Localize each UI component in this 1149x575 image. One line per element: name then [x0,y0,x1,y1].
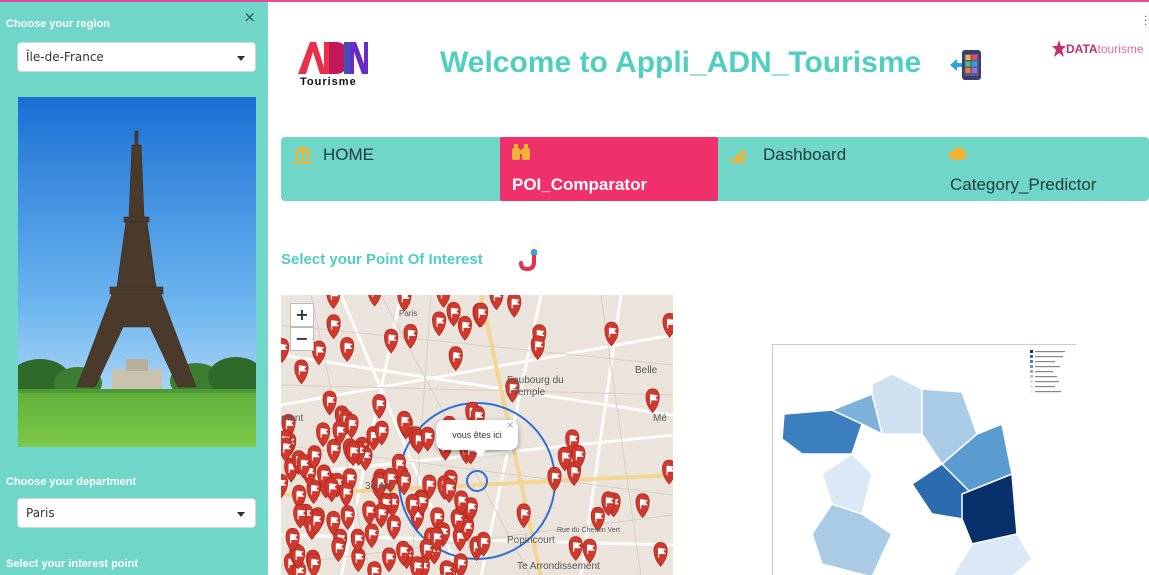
chevron-down-icon [237,512,245,517]
zoom-out-button[interactable]: − [290,327,314,351]
hook-icon [518,249,540,272]
chevron-down-icon [237,56,245,61]
map-label: Popincourt [507,535,555,546]
poi-marker-pin[interactable] [367,561,382,575]
tab-poi-comparator[interactable]: POI_Comparator [500,137,718,201]
map-label: Paris [399,309,418,318]
sidebar-close-icon[interactable]: × [243,10,256,25]
tab-home[interactable]: HOME [281,137,499,201]
popup-tip [473,449,487,457]
page-title: Welcome to Appli_ADN_Tourisme [440,46,922,79]
zoom-in-button[interactable]: + [290,303,314,327]
region-select-value: Île-de-France [26,50,104,64]
map-label: Te Arrondissement [517,561,600,572]
tab-dashboard[interactable]: Dashboard [719,137,937,201]
map-label: Belle [635,365,658,376]
map-label: Temple [513,387,546,398]
poi-marker-pin[interactable] [409,556,425,575]
department-select-value: Paris [26,506,55,520]
app-grid-phone-icon [948,48,984,82]
sidebar: Choose your region × Île-de-France Choos… [0,2,268,575]
region-select[interactable]: Île-de-France [17,42,256,72]
popup-close-icon[interactable]: × [506,420,514,431]
binoculars-icon [512,144,530,160]
app-window: Choose your region × Île-de-France Choos… [0,0,1149,575]
map-label: Rue du Chemin Vert [557,527,621,534]
bank-icon [294,146,312,164]
main-nav: HOME POI_Comparator Dashboard Category_P… [281,137,1149,201]
cloud-icon [949,147,967,161]
tab-poi-comparator-label: POI_Comparator [512,175,648,194]
map-label: Mé [653,413,667,424]
map-label: ment [281,413,304,424]
datatourisme-wordmark: DATAtourisme [1066,42,1144,56]
tab-category-predictor[interactable]: Category_Predictor [938,137,1149,201]
tab-dashboard-label: Dashboard [763,145,847,164]
department-label: Choose your department [6,476,137,488]
tab-category-predictor-label: Category_Predictor [950,175,1097,194]
adn-tourisme-logo: Tourisme [296,38,368,90]
popup-text: vous êtes ici [452,430,502,440]
region-label: Choose your region [6,18,110,30]
logo-tourisme-text: Tourisme [300,76,357,88]
tab-home-label: HOME [323,145,374,164]
map-label: 3e Arr [365,481,392,492]
eiffel-tower-image [18,97,256,447]
poi-marker-pin[interactable] [439,560,454,575]
more-options-icon[interactable]: · · · [1144,13,1147,31]
select-poi-heading: Select your Point Of Interest [281,251,483,268]
map-label: Faubourg du [507,375,564,386]
interest-point-label: Select your interest point [6,558,139,570]
bar-chart-icon [731,150,745,163]
department-select[interactable]: Paris [17,498,256,528]
france-choropleth-map [771,343,1076,575]
